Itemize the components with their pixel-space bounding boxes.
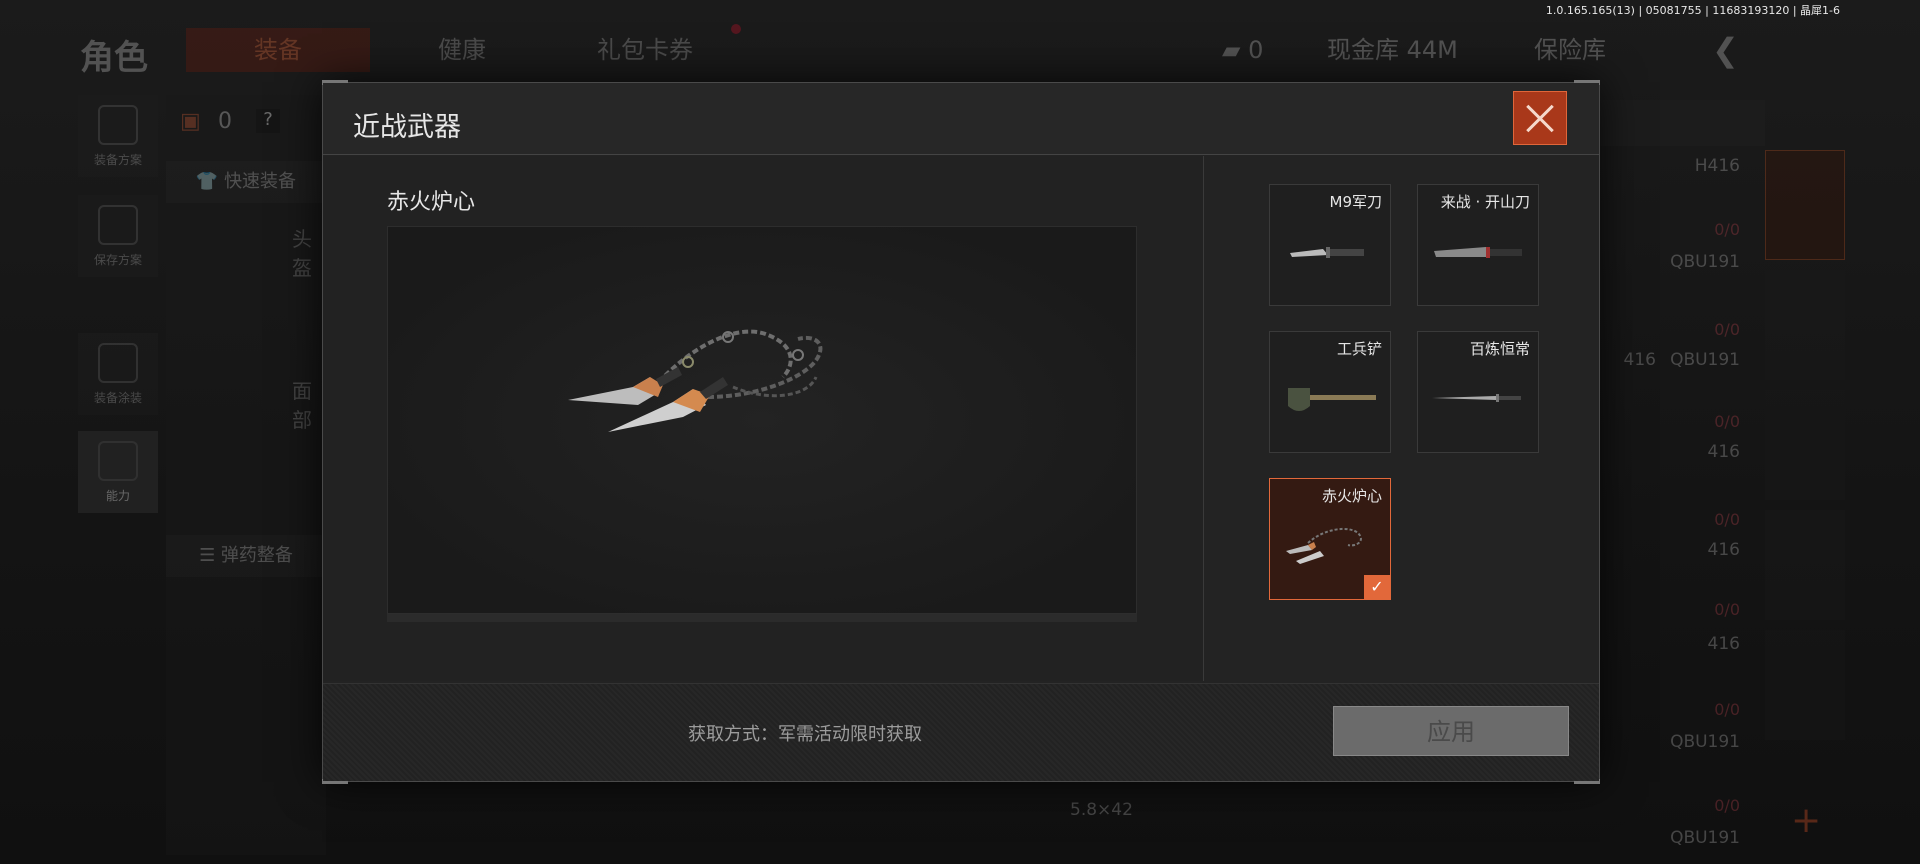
tab-health[interactable]: 健康: [400, 28, 524, 72]
shovel-icon: [1288, 388, 1376, 411]
weapon-card-m9[interactable]: M9军刀: [1269, 184, 1391, 306]
download-icon: [98, 205, 138, 245]
nav-save-plan[interactable]: 保存方案: [78, 195, 158, 277]
slot-face: 面部: [292, 379, 312, 432]
category-backpack[interactable]: [1765, 270, 1845, 380]
cash-vault-button[interactable]: 现金库 44M: [1315, 28, 1490, 72]
selected-weapon-name: 赤火炉心: [387, 190, 476, 215]
safe-vault-button[interactable]: 保险库: [1522, 28, 1657, 72]
version-info: 1.0.165.165(13) | 05081755 | 11683193120…: [1545, 4, 1840, 17]
category-magazine[interactable]: [1765, 510, 1845, 620]
list-item: QBU191: [1670, 732, 1740, 752]
dialog-footer: 获取方式：军需活动限时获取 应用: [323, 683, 1599, 781]
cash-vault-label: 现金库 44M: [1327, 36, 1458, 64]
list-item: 416: [1707, 442, 1740, 462]
weapon-card-machete[interactable]: 来战 · 开山刀: [1417, 184, 1539, 306]
back-arrow-icon: ❮: [1712, 31, 1739, 69]
list-item: QBU191: [1670, 828, 1740, 848]
right-header: [1595, 100, 1765, 146]
dialog-header: 近战武器: [323, 83, 1599, 155]
weapon-card-label: 工兵铲: [1336, 340, 1382, 358]
quick-equip-button[interactable]: 👕 快速装备: [166, 161, 326, 203]
category-armor[interactable]: [1765, 150, 1845, 260]
currency-count: 0: [1248, 36, 1264, 64]
apply-button[interactable]: 应用: [1333, 706, 1569, 756]
weapon-card-label: M9军刀: [1329, 193, 1383, 211]
sword-icon: [1432, 394, 1521, 402]
list-item: 0/0: [1714, 600, 1740, 619]
category-rifle[interactable]: [1765, 390, 1845, 500]
knife-icon: [1290, 247, 1364, 258]
tab-equipment[interactable]: 装备: [186, 28, 370, 72]
nav-equip-plan[interactable]: 装备方案: [78, 95, 158, 177]
nav-equip-skin[interactable]: 装备涂装: [78, 333, 158, 415]
category-strip: +: [1765, 100, 1845, 841]
list-item: H416: [1694, 156, 1740, 176]
list-item: QBU191: [1670, 350, 1740, 370]
dialog-title: 近战武器: [353, 112, 461, 143]
weapon-grid: M9军刀 来战 · 开山刀 工兵铲 百炼恒常 赤火炉心 ✓: [1203, 156, 1599, 681]
safe-vault-label: 保险库: [1534, 36, 1606, 64]
weapon-card-sword[interactable]: 百炼恒常: [1417, 331, 1539, 453]
weapon-card-label: 来战 · 开山刀: [1440, 193, 1530, 211]
list-item: 416: [1623, 350, 1656, 370]
list-item: 0/0: [1714, 320, 1740, 339]
helmet-icon: [98, 343, 138, 383]
list-item: 416: [1707, 634, 1740, 654]
chain-blade-icon: [1286, 527, 1362, 564]
chain-blade-icon: [568, 329, 823, 432]
acquire-method-text: 获取方式：军需活动限时获取: [688, 724, 922, 745]
machete-icon: [1434, 247, 1522, 258]
preview-floor: [387, 614, 1137, 622]
add-icon[interactable]: +: [1791, 800, 1821, 841]
help-icon[interactable]: ?: [256, 109, 280, 133]
slot-helmet: 头盔: [292, 227, 312, 280]
list-item: 0/0: [1714, 220, 1740, 239]
close-button[interactable]: [1513, 91, 1567, 145]
equipment-panel: ▣ 0 ? 👕 快速装备 头盔 面部 ☰ 弹药整备: [166, 95, 326, 855]
weapon-card-label: 赤火炉心: [1321, 487, 1382, 505]
weapon-card-chain-blade[interactable]: 赤火炉心 ✓: [1269, 478, 1391, 600]
list-item: 0/0: [1714, 796, 1740, 815]
shirt-icon: 👕: [195, 171, 225, 192]
ability-icon: [98, 441, 138, 481]
list-item: 0/0: [1714, 700, 1740, 719]
currency-counter: ▰ 0: [1210, 28, 1290, 72]
armor-count: 0: [218, 109, 232, 134]
list-item: QBU191: [1670, 252, 1740, 272]
weapon-card-label: 百炼恒常: [1469, 340, 1530, 358]
tab-gift-coupons[interactable]: 礼包卡券: [560, 28, 730, 72]
preview-area: 赤火炉心: [323, 156, 1203, 681]
melee-weapon-dialog: 近战武器 赤火炉心 M9军刀 来战 · 开山刀 工兵铲 百炼恒常 赤火炉心 ✓ …: [322, 80, 1600, 784]
weapon-card-shovel[interactable]: 工兵铲: [1269, 331, 1391, 453]
vest-icon: [98, 105, 138, 145]
selected-check-icon: ✓: [1364, 575, 1390, 599]
list-item: 0/0: [1714, 510, 1740, 529]
nav-ability[interactable]: 能力: [78, 431, 158, 513]
category-grip[interactable]: [1765, 630, 1845, 740]
page-title: 角色: [80, 38, 148, 78]
back-button[interactable]: ❮: [1700, 28, 1838, 72]
list-icon: ☰: [199, 545, 221, 566]
armor-icon: ▣: [180, 109, 201, 134]
ticket-icon: ▰: [1222, 36, 1241, 64]
weapon-preview[interactable]: [387, 226, 1137, 614]
list-item: 0/0: [1714, 412, 1740, 431]
ammo-equip-button[interactable]: ☰ 弹药整备: [166, 535, 326, 577]
list-item: 416: [1707, 540, 1740, 560]
ammo-type-label: 5.8×42: [1070, 800, 1133, 820]
notification-dot: [731, 24, 741, 34]
